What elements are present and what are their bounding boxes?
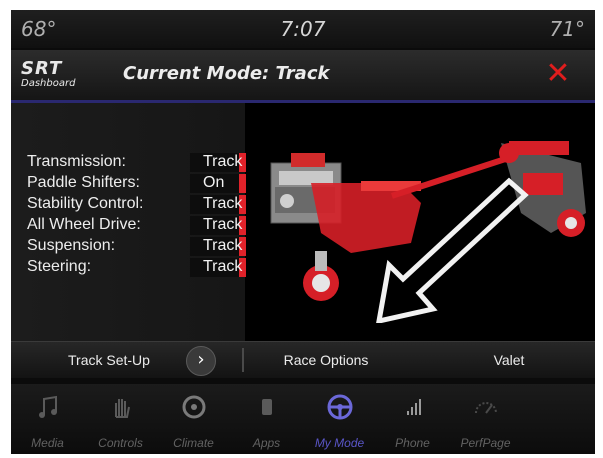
fan-icon	[182, 395, 205, 419]
setting-label: Steering:	[27, 258, 92, 275]
settings-list: Transmission: Track Paddle Shifters: On …	[11, 103, 247, 343]
status-bar: 68° 7:07 71°	[11, 10, 595, 48]
nav-label: PerfPage	[460, 436, 511, 450]
nav-item-controls[interactable]: Controls	[84, 384, 157, 454]
setting-value: Track	[190, 237, 246, 256]
gauge-icon	[474, 402, 497, 414]
nav-label: Apps	[252, 436, 281, 450]
uconnect-screen: 68° 7:07 71° SRT Dashboard Current Mode:…	[11, 10, 595, 454]
track-setup-button[interactable]: Track Set-Up	[29, 342, 189, 378]
setting-label: Paddle Shifters:	[27, 174, 140, 191]
chevron-right-icon[interactable]: ›	[186, 346, 216, 376]
main-panel: Transmission: Track Paddle Shifters: On …	[11, 103, 595, 343]
bottom-nav: Media Controls Climate Apps My Mode Phon…	[11, 384, 595, 454]
nav-label: Phone	[395, 436, 430, 450]
setting-row-all-wheel-drive: All Wheel Drive: Track	[27, 216, 247, 236]
clock: 7:07	[280, 17, 326, 41]
setting-label: Suspension:	[27, 237, 116, 254]
mode-button-row: Track Set-Up › Race Options Valet	[11, 341, 595, 378]
divider	[242, 348, 244, 372]
nav-item-apps[interactable]: Apps	[230, 384, 303, 454]
close-icon[interactable]: ✕	[543, 59, 573, 89]
music-note-icon	[38, 395, 57, 418]
page-header: SRT Dashboard Current Mode: Track ✕	[11, 50, 595, 103]
chassis-illustration	[270, 141, 586, 323]
nav-item-phone[interactable]: Phone	[376, 384, 449, 454]
setting-value: Track	[190, 216, 246, 235]
setting-value: On	[190, 174, 246, 193]
nav-label: Media	[31, 436, 64, 450]
nav-label: My Mode	[314, 436, 365, 450]
steering-wheel-icon	[327, 394, 352, 420]
nav-item-media[interactable]: Media	[11, 384, 84, 454]
logo-subtext: Dashboard	[21, 78, 76, 89]
nav-item-my-mode[interactable]: My Mode	[303, 384, 376, 454]
race-options-button[interactable]: Race Options	[251, 342, 401, 378]
setting-row-suspension: Suspension: Track	[27, 237, 247, 257]
page-title: Current Mode: Track	[123, 63, 330, 84]
valet-button[interactable]: Valet	[439, 342, 579, 378]
apps-icon	[261, 399, 272, 415]
nav-item-climate[interactable]: Climate	[157, 384, 230, 454]
setting-row-paddle-shifters: Paddle Shifters: On	[27, 174, 247, 194]
setting-label: All Wheel Drive:	[27, 216, 141, 233]
setting-row-transmission: Transmission: Track	[27, 153, 247, 173]
nav-label: Climate	[173, 436, 214, 450]
setting-value: Track	[190, 195, 246, 214]
logo-text: SRT	[21, 58, 63, 79]
setting-label: Transmission:	[27, 153, 126, 170]
nav-label: Controls	[98, 436, 143, 450]
srt-dashboard-logo: SRT Dashboard	[21, 58, 101, 92]
setting-value: Track	[190, 258, 246, 277]
setting-row-stability-control: Stability Control: Track	[27, 195, 247, 215]
hand-icon	[114, 399, 130, 418]
nav-item-perfpage[interactable]: PerfPage	[449, 384, 522, 454]
outside-temp-right: 71°	[549, 17, 585, 41]
setting-value: Track	[190, 153, 246, 172]
setting-label: Stability Control:	[27, 195, 144, 212]
phone-signal-icon	[406, 399, 421, 415]
setting-row-steering: Steering: Track	[27, 258, 247, 278]
rear-axle	[499, 141, 586, 237]
